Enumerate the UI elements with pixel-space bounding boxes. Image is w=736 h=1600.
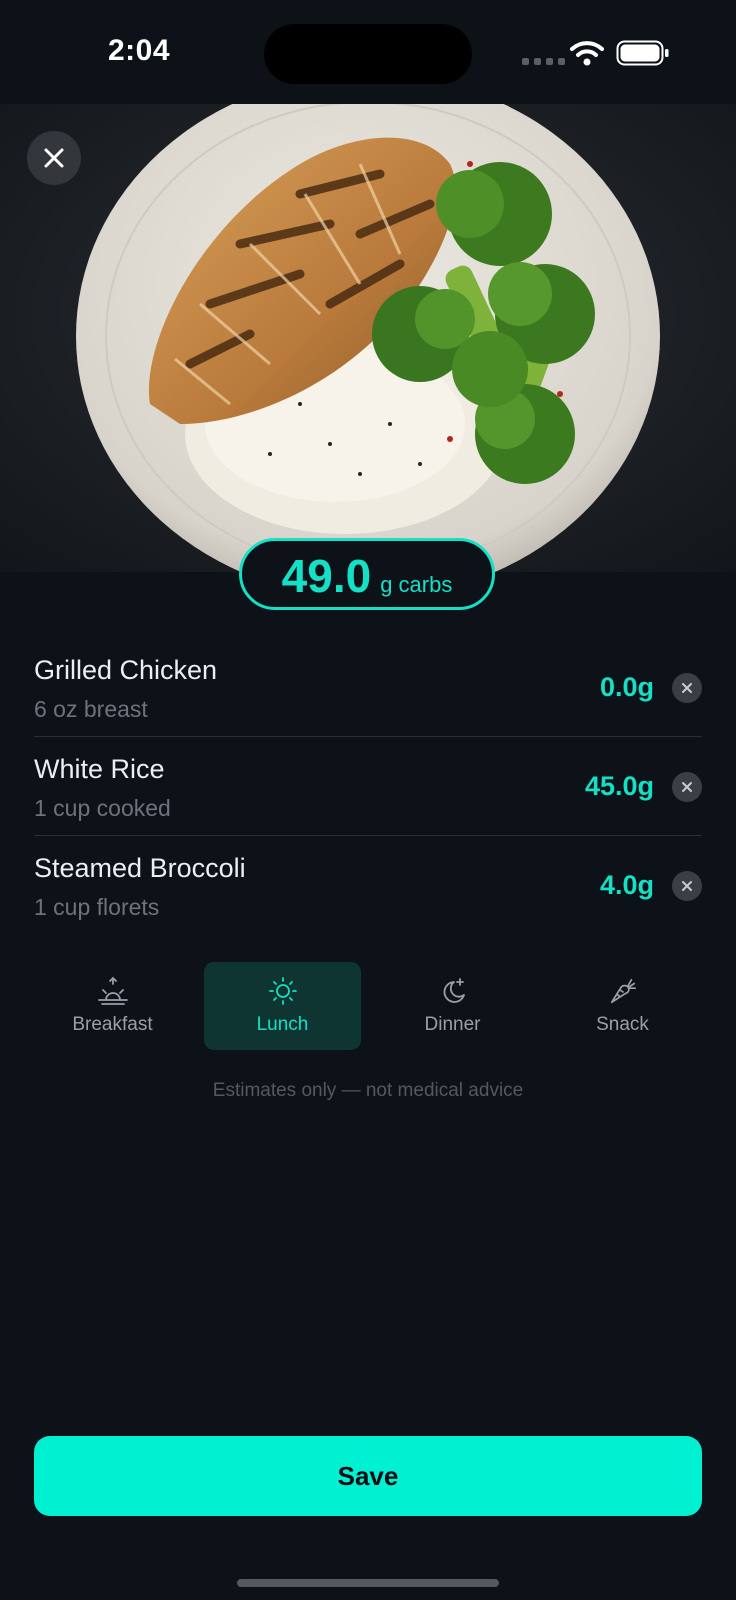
- food-portion: 1 cup florets: [34, 894, 160, 920]
- meal-option-breakfast[interactable]: Breakfast: [34, 962, 191, 1050]
- meal-option-snack[interactable]: Snack: [544, 962, 701, 1050]
- food-name: Steamed Broccoli: [34, 853, 246, 883]
- remove-food-button[interactable]: [672, 673, 702, 703]
- food-row-white-rice: White Rice 1 cup cooked 45.0g: [34, 737, 702, 836]
- status-bar: 2:04: [0, 0, 736, 104]
- meal-option-dinner[interactable]: Dinner: [374, 962, 531, 1050]
- food-row-grilled-chicken: Grilled Chicken 6 oz breast 0.0g: [34, 638, 702, 737]
- food-carbs: 0.0g: [599, 672, 654, 702]
- sun-icon: [268, 977, 297, 1005]
- food-list: Grilled Chicken 6 oz breast 0.0g White R…: [34, 638, 702, 934]
- cellular-signal-icon: [522, 58, 565, 65]
- meal-type-selector: Breakfast Lunch Dinner Snack: [34, 962, 702, 1050]
- meal-photo: [0, 104, 736, 572]
- close-icon: [44, 148, 64, 168]
- wifi-icon: [570, 41, 604, 66]
- close-icon: [682, 881, 692, 891]
- meal-label: Lunch: [256, 1014, 309, 1035]
- food-carbs: 4.0g: [599, 870, 654, 900]
- battery-icon: [616, 40, 669, 66]
- remove-food-button[interactable]: [672, 772, 702, 802]
- disclaimer-text: Estimates only — not medical advice: [212, 1080, 524, 1101]
- close-icon: [682, 683, 692, 693]
- food-name: White Rice: [34, 754, 165, 784]
- food-name: Grilled Chicken: [34, 655, 218, 685]
- sunrise-icon: [97, 976, 128, 1005]
- dynamic-island: [264, 24, 472, 84]
- meal-label: Snack: [596, 1014, 649, 1035]
- carrot-icon: [610, 978, 636, 1004]
- total-carbs-value: 49.0: [281, 550, 372, 602]
- total-carbs-badge: 49.0 g carbs: [239, 538, 495, 610]
- food-carbs: 45.0g: [584, 771, 654, 801]
- food-row-steamed-broccoli: Steamed Broccoli 1 cup florets 4.0g: [34, 836, 702, 934]
- food-portion: 6 oz breast: [34, 696, 148, 722]
- moon-stars-icon: [443, 978, 465, 1003]
- status-time: 2:04: [108, 34, 171, 67]
- close-icon: [682, 782, 692, 792]
- close-button[interactable]: [27, 131, 81, 185]
- meal-option-lunch[interactable]: Lunch: [204, 962, 361, 1050]
- total-carbs-unit: g carbs: [380, 572, 453, 597]
- save-button[interactable]: Save: [34, 1436, 702, 1516]
- remove-food-button[interactable]: [672, 871, 702, 901]
- home-indicator[interactable]: [237, 1579, 499, 1587]
- meal-label: Dinner: [424, 1014, 481, 1035]
- food-portion: 1 cup cooked: [34, 795, 171, 821]
- plate-illustration: [0, 104, 736, 572]
- meal-label: Breakfast: [72, 1014, 153, 1035]
